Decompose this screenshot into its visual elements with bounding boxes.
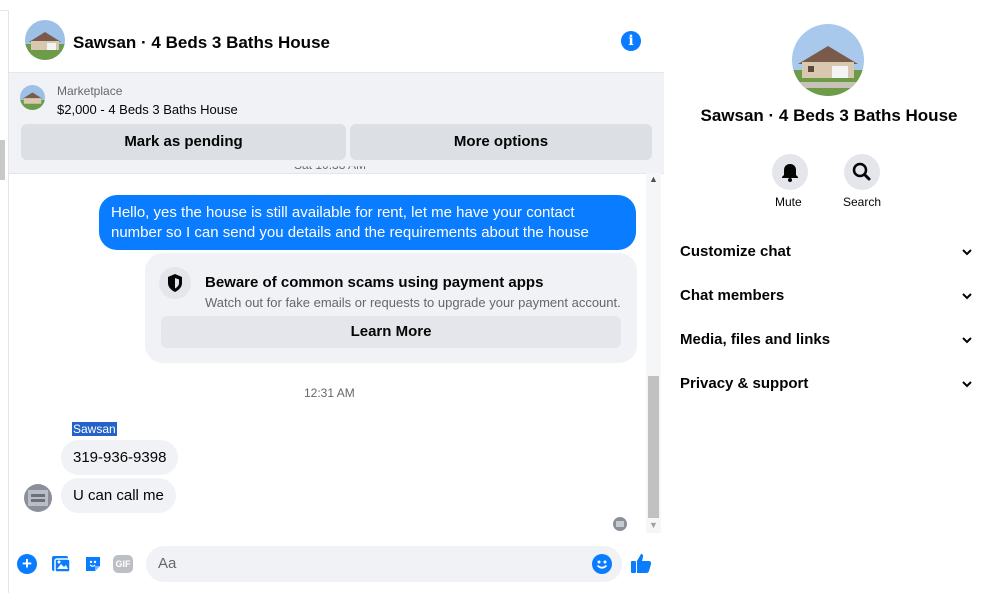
section-label: Privacy & support bbox=[680, 375, 809, 392]
chevron-down-icon bbox=[960, 289, 974, 307]
more-options-button[interactable]: More options bbox=[350, 124, 652, 160]
scam-warning-title: Beware of common scams using payment app… bbox=[205, 274, 544, 291]
chat-panel: Sawsan · 4 Beds 3 Baths House i Marketpl… bbox=[8, 10, 665, 593]
scroll-up-arrow-icon[interactable]: ▲ bbox=[649, 174, 658, 184]
chevron-down-icon bbox=[960, 377, 974, 395]
details-avatar[interactable] bbox=[792, 24, 864, 96]
section-media-files-links[interactable]: Media, files and links bbox=[680, 317, 980, 361]
info-icon[interactable]: i bbox=[621, 31, 641, 51]
mark-as-pending-button[interactable]: Mark as pending bbox=[21, 124, 346, 160]
section-label: Chat members bbox=[680, 287, 785, 304]
conversation-title[interactable]: Sawsan · 4 Beds 3 Baths House bbox=[73, 33, 330, 53]
section-chat-members[interactable]: Chat members bbox=[680, 273, 980, 317]
search-icon bbox=[852, 162, 871, 181]
scrollbar-thumb[interactable] bbox=[648, 376, 659, 518]
section-label: Customize chat bbox=[680, 243, 791, 260]
sender-name: Sawsan bbox=[72, 422, 117, 436]
learn-more-button[interactable]: Learn More bbox=[161, 316, 621, 348]
mute-button[interactable] bbox=[772, 154, 808, 190]
timestamp: 12:31 AM bbox=[304, 386, 355, 400]
marketplace-label: Marketplace bbox=[57, 84, 123, 98]
listing-thumbnail[interactable] bbox=[20, 85, 45, 110]
listing-title[interactable]: $2,000 - 4 Beds 3 Baths House bbox=[57, 102, 238, 117]
search-label: Search bbox=[843, 195, 882, 209]
mute-label: Mute bbox=[775, 195, 802, 209]
bell-icon bbox=[782, 164, 798, 182]
gif-icon[interactable]: GIF bbox=[113, 555, 133, 573]
incoming-message[interactable]: U can call me bbox=[61, 478, 176, 513]
incoming-message[interactable]: 319-936-9398 bbox=[61, 440, 179, 475]
search-button[interactable] bbox=[844, 154, 880, 190]
chevron-down-icon bbox=[960, 245, 974, 263]
details-panel: Sawsan · 4 Beds 3 Baths House Mute Searc… bbox=[664, 10, 1005, 593]
details-title: Sawsan · 4 Beds 3 Baths House bbox=[700, 106, 958, 125]
conversation-avatar[interactable] bbox=[25, 20, 65, 60]
left-edge-fragment bbox=[0, 120, 8, 200]
read-receipt-avatar bbox=[613, 517, 627, 531]
sender-avatar[interactable] bbox=[24, 484, 52, 512]
sticker-icon[interactable] bbox=[83, 554, 103, 579]
section-label: Media, files and links bbox=[680, 331, 831, 348]
chat-header: Sawsan · 4 Beds 3 Baths House i bbox=[9, 10, 664, 73]
scroll-down-arrow-icon[interactable]: ▼ bbox=[649, 520, 658, 530]
outgoing-message[interactable]: Hello, yes the house is still available … bbox=[99, 195, 636, 250]
message-input-placeholder: Aa bbox=[158, 555, 177, 572]
message-input[interactable]: Aa bbox=[146, 546, 622, 582]
thumbs-up-icon[interactable] bbox=[629, 551, 653, 580]
shield-icon-container bbox=[159, 267, 191, 299]
marketplace-banner: Marketplace $2,000 - 4 Beds 3 Baths Hous… bbox=[9, 73, 664, 174]
scam-warning-card: Beware of common scams using payment app… bbox=[145, 253, 637, 363]
photo-icon[interactable] bbox=[51, 554, 71, 579]
section-customize-chat[interactable]: Customize chat bbox=[680, 229, 980, 273]
scam-warning-description: Watch out for fake emails or requests to… bbox=[205, 295, 621, 310]
chevron-down-icon bbox=[960, 333, 974, 351]
shield-icon bbox=[168, 274, 182, 292]
emoji-icon[interactable] bbox=[592, 554, 612, 574]
plus-circle-icon[interactable]: + bbox=[17, 554, 37, 574]
section-privacy-support[interactable]: Privacy & support bbox=[680, 361, 980, 405]
